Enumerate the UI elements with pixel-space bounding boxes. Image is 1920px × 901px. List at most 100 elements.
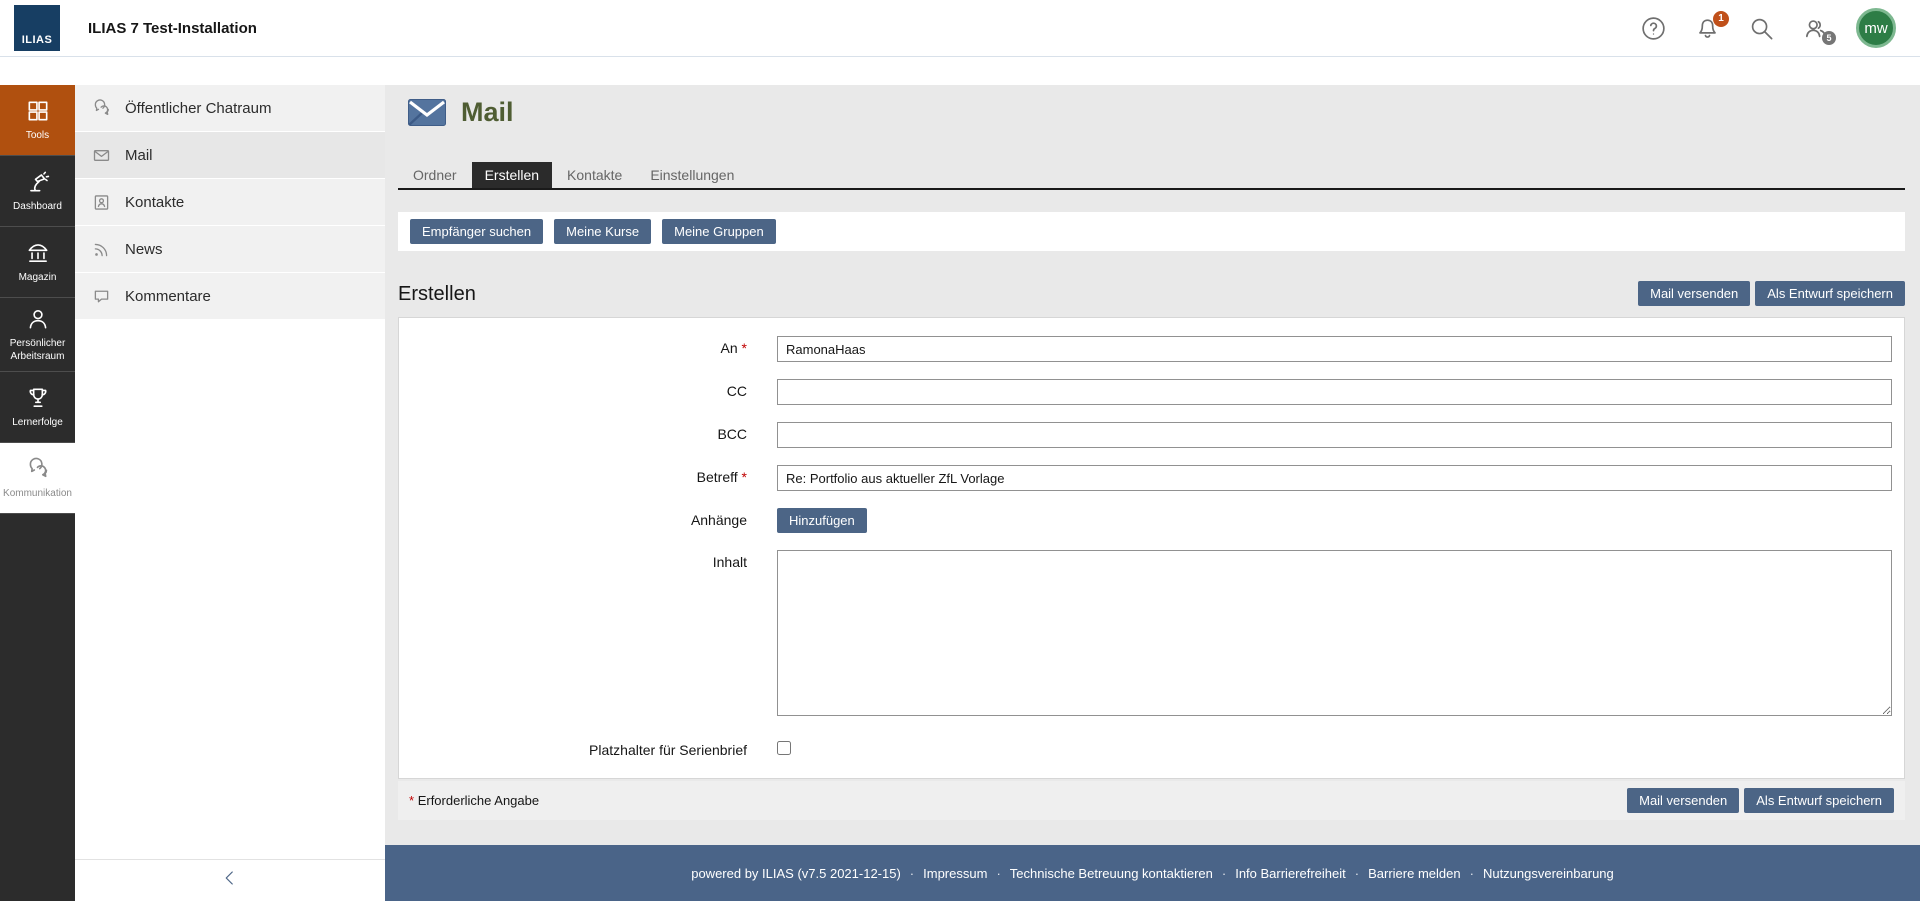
field-label-text: Inhalt <box>713 554 747 570</box>
als-entwurf-speichern-button[interactable]: Als Entwurf speichern <box>1755 281 1905 306</box>
rail-item-label: Tools <box>26 130 49 143</box>
field-label-serienbrief: Platzhalter für Serienbrief <box>399 738 777 758</box>
mail-versenden-button[interactable]: Mail versenden <box>1638 281 1750 306</box>
section-title: Erstellen <box>398 283 476 306</box>
notification-badge: 1 <box>1713 11 1729 27</box>
contact-card-icon <box>91 192 112 213</box>
mail-versenden-button[interactable]: Mail versenden <box>1627 788 1739 813</box>
form-row-betreff: Betreff * <box>399 465 1892 491</box>
rail-item-label: Dashboard <box>13 201 62 214</box>
main-area: Mail OrdnerErstellenKontakteEinstellunge… <box>385 85 1920 901</box>
mail-envelope-icon <box>408 99 446 126</box>
meine-gruppen-button[interactable]: Meine Gruppen <box>662 219 776 244</box>
slate-item-news[interactable]: News <box>75 226 385 272</box>
cc-input[interactable] <box>777 379 1892 405</box>
mail-compose-form: An * CC BCC Betreff * AnhängeHinzufügen Inhal… <box>398 317 1905 779</box>
notifications-bell-icon[interactable]: 1 <box>1694 15 1721 42</box>
slate-item-label: Öffentlicher Chatraum <box>125 100 271 117</box>
field-label-anhaenge: Anhänge <box>399 508 777 528</box>
rail-item-dashboard[interactable]: Dashboard <box>0 156 75 227</box>
search-icon[interactable] <box>1748 15 1775 42</box>
slate-item-kommentare[interactable]: Kommentare <box>75 273 385 319</box>
field-control-bcc <box>777 422 1892 448</box>
slate-item--ffentlicher-chatraum[interactable]: Öffentlicher Chatraum <box>75 85 385 131</box>
serienbrief-checkbox[interactable] <box>777 741 791 755</box>
rail-item-tools[interactable]: Tools <box>0 85 75 156</box>
slate-item-kontakte[interactable]: Kontakte <box>75 179 385 225</box>
tab-erstellen[interactable]: Erstellen <box>472 162 552 188</box>
rail-item-lernerfolge[interactable]: Lernerfolge <box>0 372 75 443</box>
chevron-left-icon <box>221 869 239 892</box>
trophy-icon <box>25 385 51 411</box>
field-label-text: An <box>721 340 738 356</box>
empf-nger-suchen-button[interactable]: Empfänger suchen <box>410 219 543 244</box>
lamp-icon <box>25 169 51 195</box>
footer-separator: · <box>1355 866 1359 881</box>
bcc-input[interactable] <box>777 422 1892 448</box>
field-control-serienbrief <box>777 738 1892 760</box>
field-control-anhaenge: Hinzufügen <box>777 508 1892 533</box>
tab-bar: OrdnerErstellenKontakteEinstellungen <box>398 162 1905 190</box>
form-actions-top: Mail versendenAls Entwurf speichern <box>1638 281 1905 306</box>
field-label-betreff: Betreff * <box>399 465 777 485</box>
footer-link-info-barrierefreiheit[interactable]: Info Barrierefreiheit <box>1235 866 1346 881</box>
field-label-bcc: BCC <box>399 422 777 442</box>
tab-ordner[interactable]: Ordner <box>400 162 470 188</box>
rail-item-magazin[interactable]: Magazin <box>0 227 75 298</box>
tab-kontakte[interactable]: Kontakte <box>554 162 635 188</box>
form-row-anhaenge: AnhängeHinzufügen <box>399 508 1892 533</box>
form-actions-bottom: Mail versendenAls Entwurf speichern <box>1627 788 1894 813</box>
rail-item-kommunikation[interactable]: Kommunikation <box>0 443 75 514</box>
help-icon[interactable] <box>1640 15 1667 42</box>
footer-link-barriere-melden[interactable]: Barriere melden <box>1368 866 1461 881</box>
rail-item-label: Magazin <box>19 272 57 285</box>
als-entwurf-speichern-button[interactable]: Als Entwurf speichern <box>1744 788 1894 813</box>
mail-icon <box>91 145 112 166</box>
tab-einstellungen[interactable]: Einstellungen <box>637 162 747 188</box>
meine-kurse-button[interactable]: Meine Kurse <box>554 219 651 244</box>
field-label-an: An * <box>399 336 777 356</box>
header-icon-group: 1 5 mw <box>1640 8 1896 48</box>
inhalt-textarea[interactable] <box>777 550 1892 716</box>
footer-link-nutzungsvereinbarung[interactable]: Nutzungsvereinbarung <box>1483 866 1614 881</box>
rail-item-label: Lernerfolge <box>12 417 63 430</box>
main-nav-rail: Tools Dashboard Magazin Persönlicher Arbeit… <box>0 85 75 901</box>
required-asterisk: * <box>409 793 414 808</box>
mail-content: Mail OrdnerErstellenKontakteEinstellunge… <box>385 85 1920 845</box>
recipient-toolbar: Empfänger suchen Meine Kurse Meine Gruppen <box>398 212 1905 251</box>
page-title: Mail <box>461 97 514 128</box>
field-control-cc <box>777 379 1892 405</box>
footer-link-technische-betreuung-kontaktieren[interactable]: Technische Betreuung kontaktieren <box>1010 866 1213 881</box>
hinzuf-gen-button[interactable]: Hinzufügen <box>777 508 867 533</box>
footer-separator: · <box>1470 866 1474 881</box>
footer-separator: · <box>996 866 1000 881</box>
slate-item-label: Kommentare <box>125 288 211 305</box>
slate-item-label: Kontakte <box>125 194 184 211</box>
header-gap <box>0 57 1920 85</box>
rail-item-pers-nlicher-arbeitsraum[interactable]: Persönlicher Arbeitsraum <box>0 298 75 372</box>
field-control-inhalt <box>777 550 1892 721</box>
chat-icon <box>25 456 51 482</box>
slate-item-mail[interactable]: Mail <box>75 132 385 178</box>
form-section-head: Erstellen Mail versendenAls Entwurf spei… <box>398 281 1905 306</box>
ilias-logo[interactable]: ILIAS <box>14 5 60 51</box>
footer-link-impressum[interactable]: Impressum <box>923 866 987 881</box>
slate-item-label: News <box>125 241 163 258</box>
field-label-text: Betreff <box>697 469 738 485</box>
field-label-text: CC <box>727 383 747 399</box>
grid-icon <box>25 98 51 124</box>
user-avatar[interactable]: mw <box>1856 8 1896 48</box>
required-asterisk: * <box>742 469 747 485</box>
rail-item-label: Persönlicher Arbeitsraum <box>2 338 73 363</box>
powered-by-text: powered by ILIAS (v7.5 2021-12-15) <box>691 866 901 881</box>
an-input[interactable] <box>777 336 1892 362</box>
betreff-input[interactable] <box>777 465 1892 491</box>
page-footer: powered by ILIAS (v7.5 2021-12-15) · Impr… <box>385 845 1920 901</box>
person-icon <box>25 306 51 332</box>
contacts-users-icon[interactable]: 5 <box>1802 15 1829 42</box>
form-row-cc: CC <box>399 379 1892 405</box>
collapse-slate-button[interactable] <box>215 866 245 896</box>
installation-title: ILIAS 7 Test-Installation <box>88 20 257 37</box>
required-note: * Erforderliche Angabe <box>409 793 539 808</box>
contacts-badge: 5 <box>1822 31 1836 45</box>
